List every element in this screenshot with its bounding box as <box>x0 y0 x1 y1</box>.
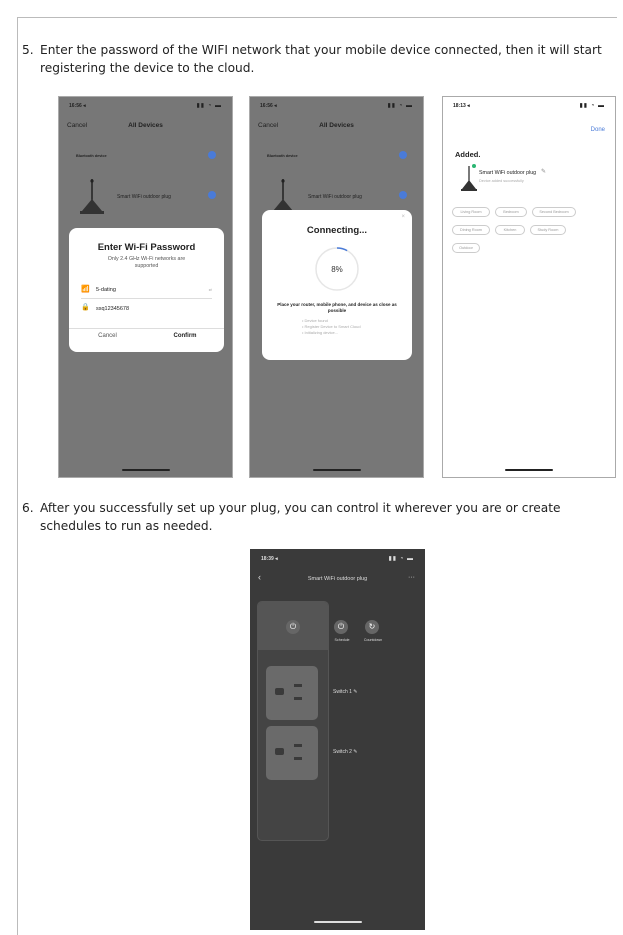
dialog-title: Enter Wi-Fi Password <box>97 242 196 253</box>
wifi-icon: 📶 <box>81 286 90 293</box>
added-heading: Added. <box>455 150 481 159</box>
outlet-slot <box>294 684 302 687</box>
nav-title: All Devices <box>319 122 354 129</box>
outlet-ground <box>275 688 284 695</box>
confirm-button[interactable]: Confirm <box>146 333 224 339</box>
phone-connecting: 16:56 ◂ ▮▮ ◔ ▬ Cancel All Devices Blueto… <box>249 96 424 478</box>
plug-device-icon <box>80 179 104 214</box>
home-indicator <box>121 469 170 471</box>
step-item: • Initializing device... <box>302 330 339 335</box>
check-icon[interactable] <box>399 191 407 199</box>
step-6: 6. After you successfully set up your pl… <box>22 499 605 535</box>
step-text: Enter the password of the WIFI network t… <box>40 43 602 75</box>
master-power-button[interactable]: ⏻ <box>286 620 300 634</box>
device-name: Smart WiFi outdoor plug <box>117 194 171 200</box>
device-subtitle: Device added successfully <box>479 179 524 183</box>
info-icon[interactable] <box>208 151 216 159</box>
step-number: 6. <box>22 501 34 515</box>
signal-icons: ▮▮ ◔ ▬ <box>388 556 414 562</box>
password-field[interactable]: ssq12345678 <box>96 306 129 312</box>
close-icon[interactable]: × <box>401 214 405 220</box>
room-chip[interactable]: Bedroom <box>495 207 527 217</box>
switch-network-icon[interactable]: ⇄ <box>209 287 212 292</box>
outlet-ground <box>275 748 284 755</box>
nav-title: All Devices <box>128 122 163 129</box>
step-5: 5. Enter the password of the WIFI networ… <box>22 41 605 77</box>
schedule-label: Schedule <box>334 638 350 642</box>
signal-icons: ▮▮ ◔ ▬ <box>196 103 222 109</box>
step-number: 5. <box>22 43 34 57</box>
done-button[interactable]: Done <box>591 127 605 133</box>
home-indicator <box>505 469 553 471</box>
phone-device-added: 18:13 ◂ ▮▮ ◔ ▬ Done Added. Smart WiFi ou… <box>442 96 616 478</box>
device-name: Smart WiFi outdoor plug <box>308 194 362 200</box>
progress-steps: • Device found • Register Device to Smar… <box>302 318 361 336</box>
home-indicator <box>312 469 361 471</box>
signal-icons: ▮▮ ◔ ▬ <box>387 103 413 109</box>
room-chip[interactable]: Dining Room <box>452 225 490 235</box>
countdown-label: Countdown <box>363 638 383 642</box>
room-chip[interactable]: Outdoor <box>452 243 480 253</box>
divider <box>69 328 224 329</box>
room-chip[interactable]: Study Room <box>530 225 566 235</box>
section-label: Bluetooth device <box>76 154 107 158</box>
room-chip[interactable]: Second Bedroom <box>532 207 576 217</box>
outlet-slot <box>294 744 302 747</box>
lock-icon: 🔒 <box>81 304 90 311</box>
device-title: Smart WiFi outdoor plug <box>307 576 368 582</box>
countdown-button[interactable]: ↻ <box>365 620 379 634</box>
outlet-2[interactable] <box>266 726 318 780</box>
more-options-icon[interactable]: ··· <box>408 574 415 581</box>
phone-control-panel: 18:39 ◂ ▮▮ ◔ ▬ ‹ Smart WiFi outdoor plug… <box>250 549 425 930</box>
switch-1-label[interactable]: Switch 1 ✎ <box>333 689 358 695</box>
signal-icons: ▮▮ ◔ ▬ <box>579 103 605 109</box>
outlet-slot <box>294 697 302 700</box>
switch-2-label[interactable]: Switch 2 ✎ <box>333 749 358 755</box>
connecting-dialog: × Connecting... 8% Place your router, mo… <box>262 210 412 360</box>
edit-icon[interactable]: ✎ <box>541 168 546 175</box>
info-icon[interactable] <box>399 151 407 159</box>
dialog-subtitle: Only 2.4 GHz Wi-Fi networks are supporte… <box>107 256 186 269</box>
device-name: Smart WiFi outdoor plug <box>479 170 537 176</box>
schedule-button[interactable]: ⏻ <box>334 620 348 634</box>
wifi-name-field[interactable]: 5-dating <box>96 287 116 293</box>
divider <box>81 298 212 299</box>
outlet-1[interactable] <box>266 666 318 720</box>
room-chip[interactable]: Living Room <box>452 207 490 217</box>
phone-wifi-password: 16:56 ◂ ▮▮ ◔ ▬ Cancel All Devices Blueto… <box>58 96 233 478</box>
wifi-password-dialog: Enter Wi-Fi Password Only 2.4 GHz Wi-Fi … <box>69 228 224 352</box>
home-indicator <box>313 921 362 923</box>
plug-device-icon <box>461 164 477 191</box>
dialog-title: Connecting... <box>306 225 368 236</box>
check-icon[interactable] <box>208 191 216 199</box>
progress-percent: 8% <box>331 265 343 274</box>
outlet-slot <box>294 757 302 760</box>
cancel-button[interactable]: Cancel <box>69 333 146 339</box>
section-label: Bluetooth device <box>267 154 298 158</box>
placement-hint: Place your router, mobile phone, and dev… <box>277 302 397 313</box>
step-text: After you successfully set up your plug,… <box>40 501 561 533</box>
room-chip[interactable]: Kitchen <box>495 225 525 235</box>
